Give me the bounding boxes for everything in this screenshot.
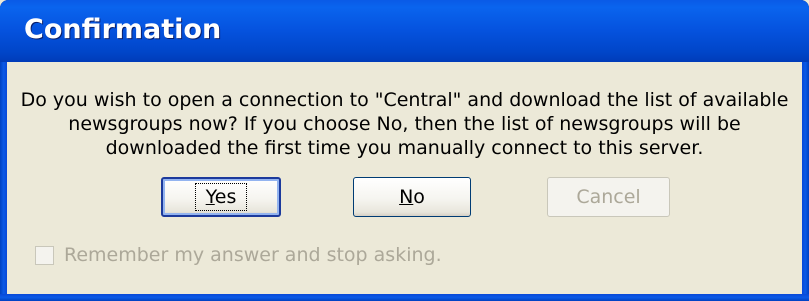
yes-mnemonic: Y (205, 186, 215, 208)
title-bar[interactable]: Confirmation (0, 0, 809, 62)
message-line-2: newsgroups now? If you choose No, then t… (68, 113, 741, 135)
remember-answer-option[interactable]: Remember my answer and stop asking. (35, 240, 442, 270)
remember-answer-checkbox[interactable] (35, 245, 54, 265)
no-button-label: No (399, 186, 425, 208)
yes-button[interactable]: Yes (161, 177, 281, 217)
window-frame-bottom (0, 294, 809, 301)
no-label-rest: o (413, 186, 425, 208)
window-frame-left (0, 62, 7, 301)
message-line-1: Do you wish to open a connection to "Cen… (20, 89, 789, 111)
no-mnemonic: N (399, 186, 414, 208)
message-line-3: downloaded the first time you manually c… (105, 137, 704, 159)
cancel-button-label: Cancel (576, 186, 641, 208)
dialog-title: Confirmation (24, 14, 222, 45)
confirmation-message: Do you wish to open a connection to "Cen… (7, 88, 802, 160)
no-button[interactable]: No (353, 177, 471, 217)
dialog-body: Do you wish to open a connection to "Cen… (7, 62, 802, 294)
window-frame-right (802, 62, 809, 301)
cancel-button[interactable]: Cancel (547, 177, 670, 217)
remember-answer-label: Remember my answer and stop asking. (64, 244, 442, 266)
confirmation-dialog: Confirmation Do you wish to open a conne… (0, 0, 809, 301)
yes-label-rest: es (214, 186, 237, 208)
yes-button-label: Yes (194, 183, 248, 211)
